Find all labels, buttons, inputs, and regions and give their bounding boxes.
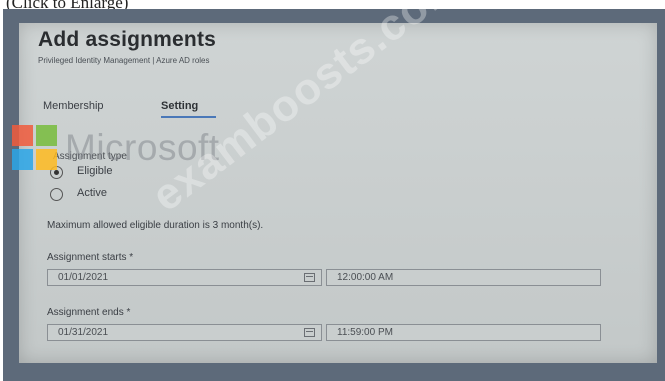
active-radio-label[interactable]: Active [77, 187, 107, 199]
assignment-ends-label: Assignment ends * [47, 307, 131, 318]
active-tab-indicator [161, 116, 216, 118]
calendar-icon[interactable] [304, 273, 315, 282]
start-date-input[interactable]: 01/01/2021 [47, 269, 322, 286]
max-duration-notice: Maximum allowed eligible duration is 3 m… [47, 220, 264, 231]
photo-frame: Add assignments Privileged Identity Mana… [3, 9, 665, 381]
end-date-input[interactable]: 01/31/2021 [47, 324, 322, 341]
calendar-icon[interactable] [304, 328, 315, 337]
start-time-input[interactable]: 12:00:00 AM [326, 269, 601, 286]
tab-setting[interactable]: Setting [161, 100, 198, 112]
active-radio[interactable] [50, 188, 63, 201]
page-title: Add assignments [38, 28, 217, 51]
assignment-starts-label: Assignment starts * [47, 252, 134, 263]
end-time-input[interactable]: 11:59:00 PM [326, 324, 601, 341]
tab-membership[interactable]: Membership [43, 100, 104, 112]
microsoft-logo-icon [12, 125, 59, 172]
breadcrumb: Privileged Identity Management | Azure A… [38, 56, 210, 65]
